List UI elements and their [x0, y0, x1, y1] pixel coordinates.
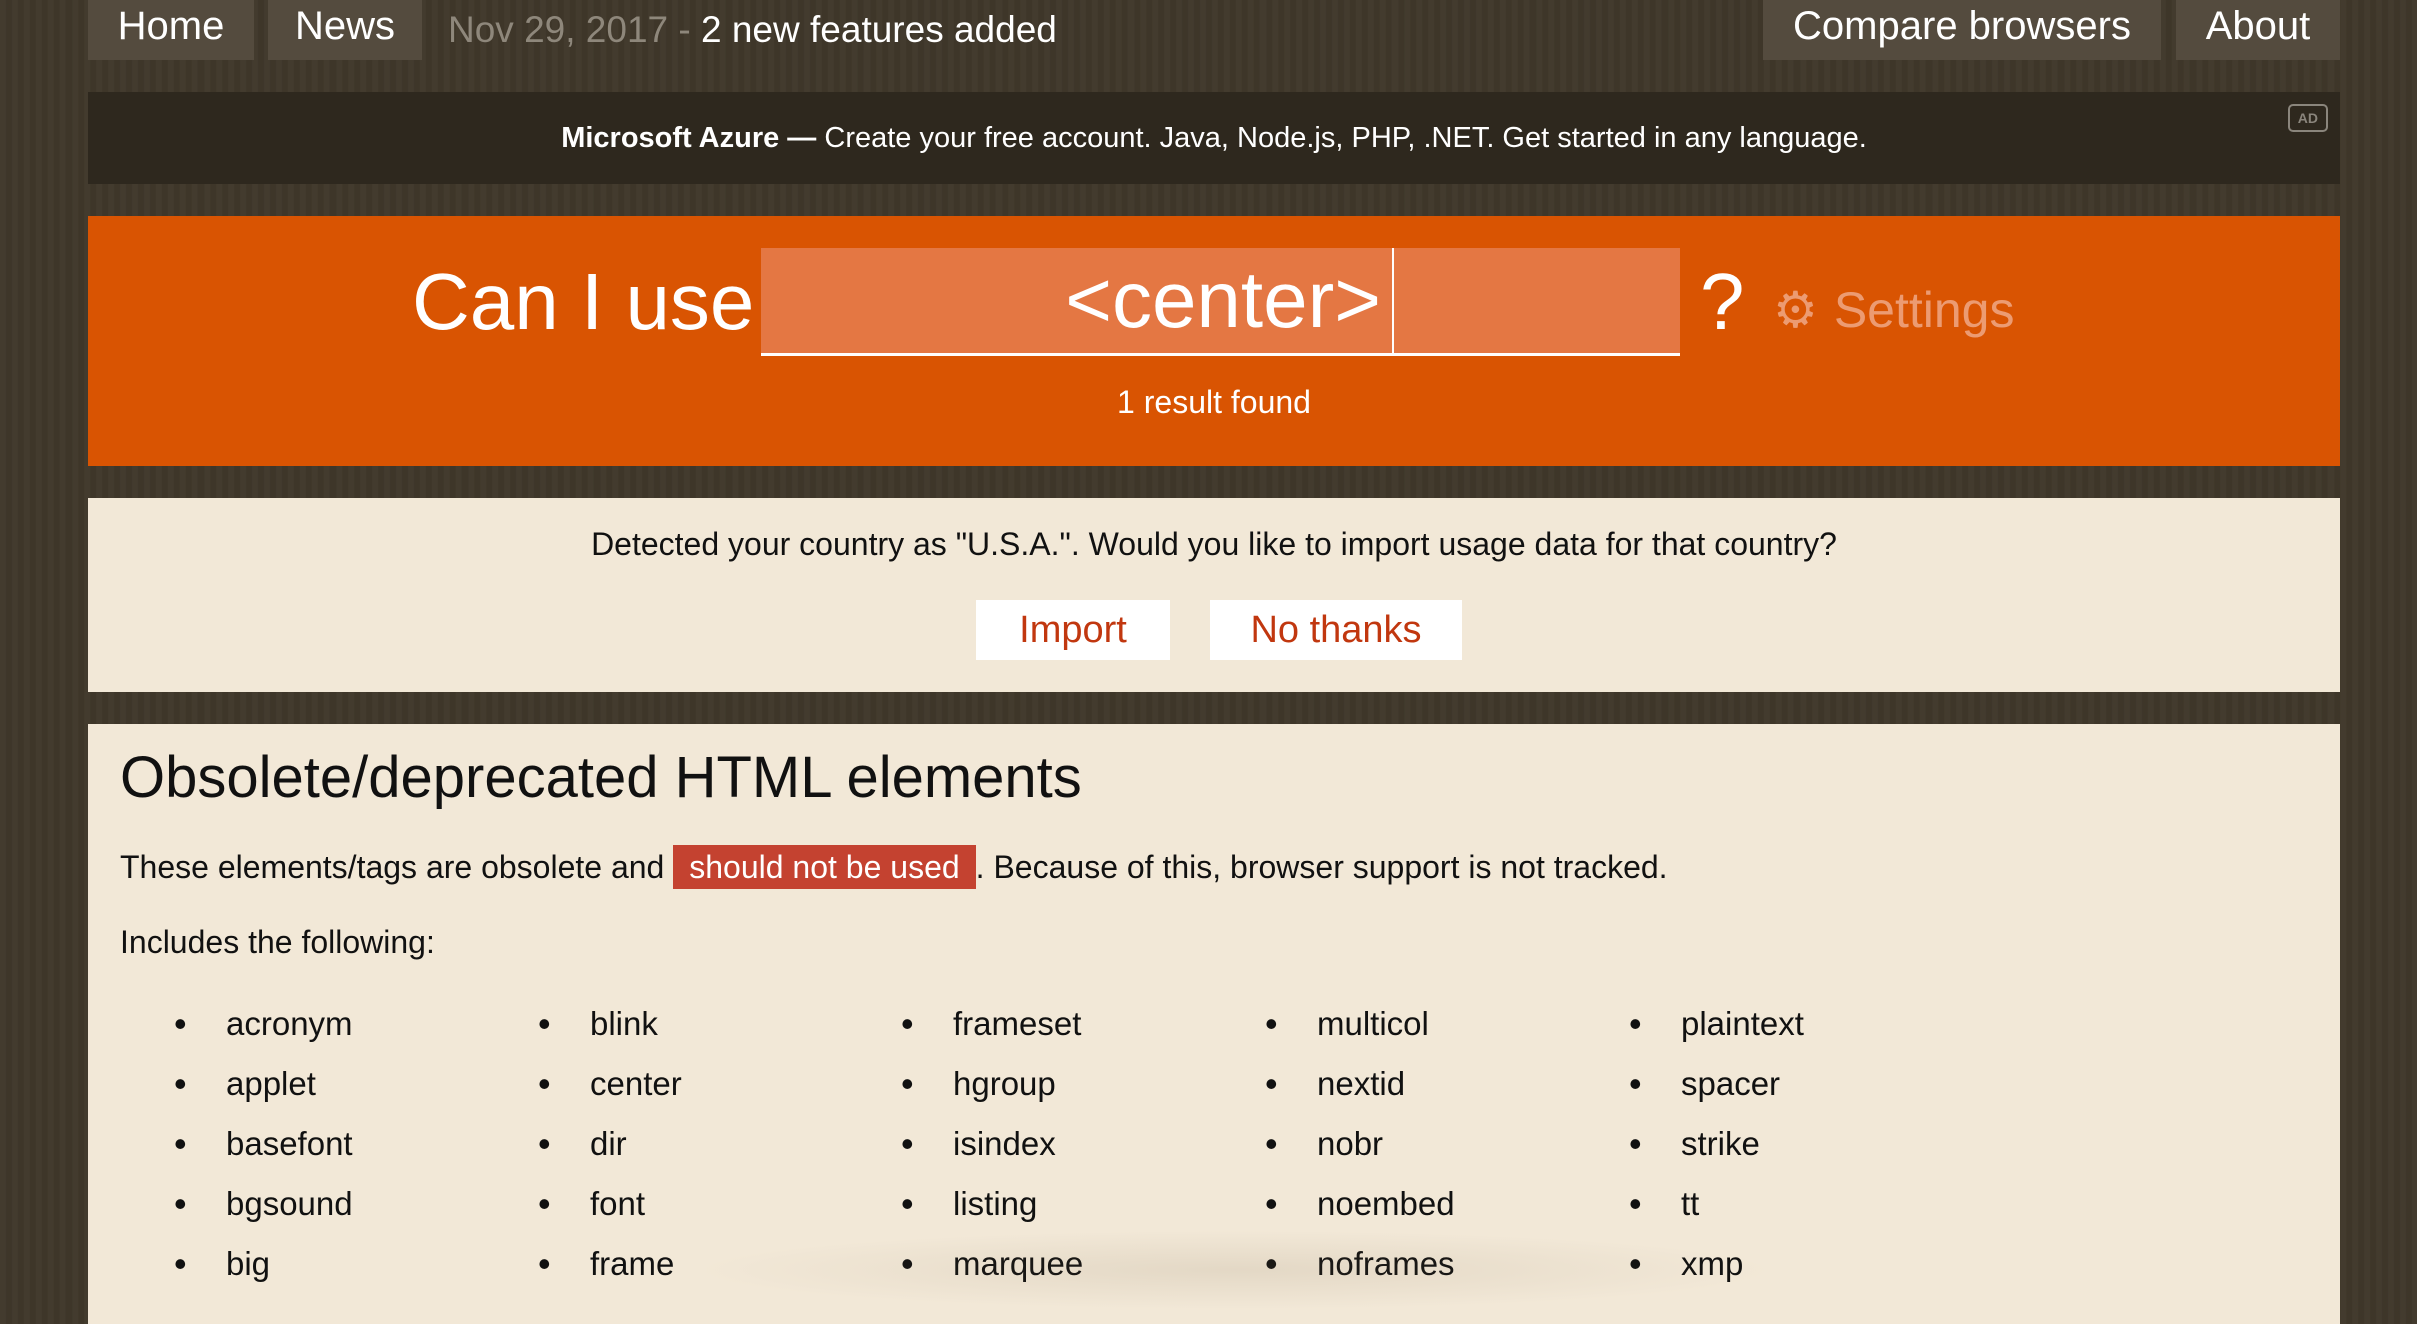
search-query: <center>	[1065, 255, 1381, 344]
search-suffix: ?	[1700, 257, 1745, 346]
list-item: tt	[1629, 1174, 1804, 1234]
news-date: Nov 29, 2017	[448, 9, 669, 50]
bottom-shadow	[690, 1230, 1780, 1310]
list-item: plaintext	[1629, 994, 1804, 1054]
ad-text: Create your free account. Java, Node.js,…	[824, 122, 1867, 154]
settings-button[interactable]: ⚙ Settings	[1773, 278, 2015, 342]
desc-after: . Because of this, browser support is no…	[975, 849, 1668, 885]
settings-label: Settings	[1833, 282, 2015, 338]
news-ticker[interactable]: Nov 29, 2017 - 2 new features added	[448, 6, 1057, 54]
element-list-column: blink center dir font frame	[538, 994, 682, 1294]
list-item: noembed	[1265, 1174, 1455, 1234]
list-item: hgroup	[901, 1054, 1083, 1114]
list-item: big	[174, 1234, 353, 1294]
list-item: strike	[1629, 1114, 1804, 1174]
country-import-prompt: Detected your country as "U.S.A.". Would…	[88, 498, 2340, 692]
nav-about-button[interactable]: About	[2176, 0, 2340, 60]
list-item: font	[538, 1174, 682, 1234]
no-thanks-button[interactable]: No thanks	[1210, 600, 1462, 660]
list-item: frame	[538, 1234, 682, 1294]
includes-label: Includes the following:	[120, 924, 435, 960]
list-item: acronym	[174, 994, 353, 1054]
import-button[interactable]: Import	[976, 600, 1170, 660]
ad-brand: Microsoft Azure	[561, 122, 780, 154]
nav-home-button[interactable]: Home	[88, 0, 254, 60]
list-item: center	[538, 1054, 682, 1114]
ad-banner[interactable]: Microsoft Azure — Create your free accou…	[88, 92, 2340, 184]
search-hero: Can I use <center> ? ⚙ Settings 1 result …	[88, 216, 2340, 466]
news-headline[interactable]: 2 new features added	[701, 9, 1057, 50]
gear-icon: ⚙	[1773, 282, 1818, 338]
list-item: listing	[901, 1174, 1083, 1234]
ad-dash: —	[779, 122, 825, 154]
feature-description: These elements/tags are obsolete and sho…	[120, 845, 1668, 889]
list-item: multicol	[1265, 994, 1455, 1054]
ad-badge[interactable]: AD	[2287, 104, 2328, 132]
list-item: basefont	[174, 1114, 353, 1174]
list-item: nobr	[1265, 1114, 1455, 1174]
warning-highlight: should not be used	[673, 845, 976, 889]
element-list-column: acronym applet basefont bgsound big	[174, 994, 353, 1294]
list-item: spacer	[1629, 1054, 1804, 1114]
list-item: blink	[538, 994, 682, 1054]
list-item: dir	[538, 1114, 682, 1174]
list-item: bgsound	[174, 1174, 353, 1234]
feature-title: Obsolete/deprecated HTML elements	[120, 745, 1082, 810]
nav-compare-browsers-button[interactable]: Compare browsers	[1763, 0, 2161, 60]
search-input[interactable]: <center>	[761, 248, 1680, 356]
desc-before: These elements/tags are obsolete and	[120, 849, 674, 885]
list-item: nextid	[1265, 1054, 1455, 1114]
search-prefix: Can I use	[412, 257, 755, 346]
country-message: Detected your country as "U.S.A.". Would…	[591, 526, 1837, 562]
nav-news-button[interactable]: News	[268, 0, 422, 60]
list-item: frameset	[901, 994, 1083, 1054]
list-item: isindex	[901, 1114, 1083, 1174]
results-count: 1 result found	[1117, 384, 1311, 420]
list-item: applet	[174, 1054, 353, 1114]
text-cursor	[1392, 248, 1394, 353]
news-separator: -	[668, 9, 701, 50]
